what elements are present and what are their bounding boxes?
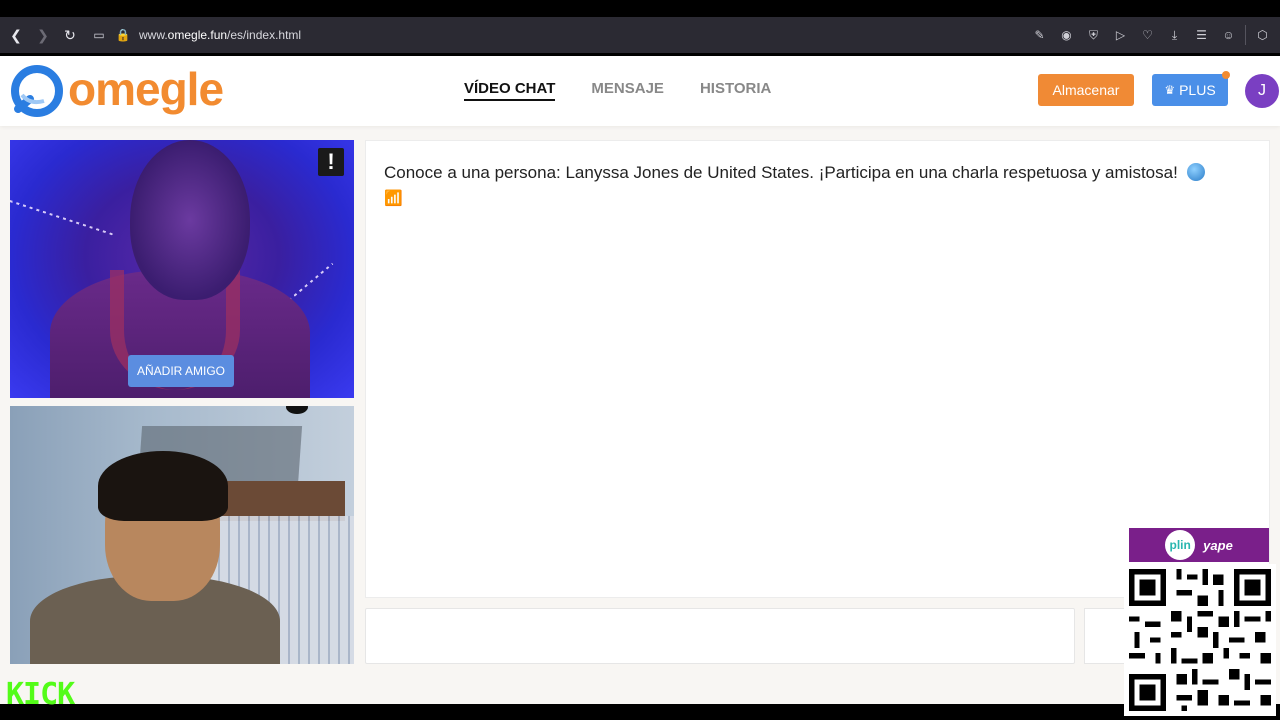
main-nav: VÍDEO CHAT MENSAJE HISTORIA [464,80,807,101]
browser-toolbar: ❮ ❯ ↻ ▭ 🔒 www.omegle.fun/es/index.html ✎… [0,17,1280,53]
local-video [10,406,354,664]
url-prefix: www. [139,28,168,42]
heart-icon[interactable]: ♡ [1134,24,1161,46]
omegle-logo[interactable]: omegle [10,63,224,117]
camera-icon[interactable]: ◉ [1053,24,1080,46]
add-friend-button[interactable]: AÑADIR AMIGO [128,355,234,387]
plin-logo: plin [1165,530,1196,560]
chat-input[interactable] [365,608,1075,664]
tab-video-chat[interactable]: VÍDEO CHAT [464,80,556,101]
browser-tools: ✎ ◉ ⛨ ▷ ♡ ⤓ ☰ ☺ ⬡ [1026,24,1276,46]
url-path: /es/index.html [227,28,302,42]
tab-message[interactable]: MENSAJE [591,80,664,101]
logo-chat-icon [11,65,63,117]
site-header: omegle VÍDEO CHAT MENSAJE HISTORIA Almac… [0,56,1280,126]
forward-icon[interactable]: ❯ [32,24,54,46]
local-person-hair [98,451,228,521]
crown-icon: ♛ [1164,83,1176,97]
tab-history[interactable]: HISTORIA [700,80,771,101]
plus-label: PLUS [1179,82,1216,98]
system-message: Conoce a una persona: Lanyssa Jones de U… [384,161,1254,211]
account-icon[interactable]: ☺ [1215,24,1242,46]
report-icon[interactable]: ! [318,148,344,176]
led-light-strip [10,200,115,236]
store-button[interactable]: Almacenar [1038,74,1134,106]
logo-text: omegle [68,63,224,115]
remote-person-head [130,140,250,300]
payment-banner: plin yape [1129,528,1269,562]
edit-icon[interactable]: ✎ [1026,24,1053,46]
back-icon[interactable]: ❮ [5,24,27,46]
menu-icon[interactable]: ☰ [1188,24,1215,46]
page: omegle VÍDEO CHAT MENSAJE HISTORIA Almac… [0,56,1280,704]
plus-button[interactable]: ♛ PLUS [1152,74,1228,106]
qr-code [1124,564,1276,716]
toolbar-divider [1245,25,1246,45]
camera-indicator [286,406,308,414]
system-message-text: Conoce a una persona: Lanyssa Jones de U… [384,163,1178,182]
globe-icon [1186,163,1205,181]
remote-video: ! AÑADIR AMIGO [10,140,354,398]
screen: ❮ ❯ ↻ ▭ 🔒 www.omegle.fun/es/index.html ✎… [0,0,1280,720]
download-icon[interactable]: ⤓ [1161,24,1188,46]
notification-dot [1222,71,1230,79]
shield-icon[interactable]: ⛨ [1080,24,1107,46]
extensions-icon[interactable]: ⬡ [1249,24,1276,46]
user-avatar[interactable]: J [1245,74,1279,108]
lock-icon[interactable]: 🔒 [115,28,131,42]
kick-logo: KICK [6,677,75,712]
play-icon[interactable]: ▷ [1107,24,1134,46]
bottom-bar [0,704,1280,720]
url-domain: omegle.fun [167,28,228,42]
emoji-icon: 📶 [384,190,403,207]
address-bar[interactable]: ▭ 🔒 www.omegle.fun/es/index.html [91,21,1026,49]
yape-logo: yape [1203,537,1233,553]
url-text[interactable]: www.omegle.fun/es/index.html [139,28,301,42]
reload-icon[interactable]: ↻ [59,24,81,46]
tab-preview-icon[interactable]: ▭ [91,28,107,42]
